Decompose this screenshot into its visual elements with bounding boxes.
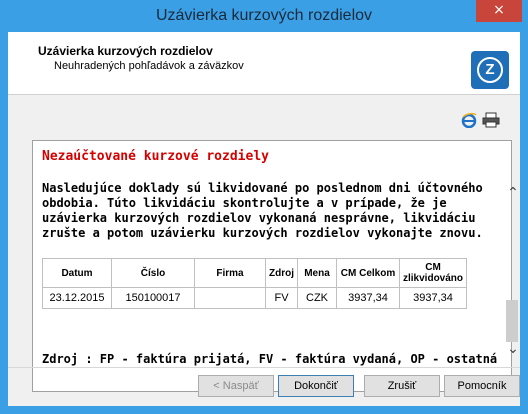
back-button[interactable]: < Naspäť <box>198 375 274 397</box>
dialog-window: Uzávierka kurzových rozdielov × Uzávierk… <box>0 0 528 414</box>
table-row[interactable]: 23.12.2015 150100017 FV CZK 3937,34 3937… <box>42 287 468 309</box>
finish-button[interactable]: Dokončiť <box>278 375 354 397</box>
scrollbar-thumb[interactable] <box>506 300 518 342</box>
wizard-subtitle: Neuhradených pohľadávok a záväzkov <box>54 60 244 72</box>
scroll-down-arrow-icon[interactable]: ⌄ <box>502 338 524 360</box>
column-header-mena: Mena <box>297 258 337 288</box>
report-paragraph: Nasledujúce doklady sú likvidované po po… <box>42 181 483 240</box>
cell-cm-celkom: 3937,34 <box>336 287 400 309</box>
cell-datum: 23.12.2015 <box>42 287 112 309</box>
report-heading: Nezaúčtované kurzové rozdiely <box>42 149 269 164</box>
close-button[interactable]: × <box>476 0 522 22</box>
footer-divider <box>8 367 520 368</box>
table-header-row: Datum Číslo Firma Zdroj Mena CM Celkom C… <box>42 258 468 288</box>
dialog-body: Uzávierka kurzových rozdielov Neuhradený… <box>8 32 520 406</box>
window-title: Uzávierka kurzových rozdielov <box>155 7 373 24</box>
cell-cm-zlikvidovano: 3937,34 <box>398 287 468 309</box>
column-header-cm-zlikvidovano: CM zlikvidováno <box>398 258 468 288</box>
column-header-firma: Firma <box>194 258 266 288</box>
internet-explorer-icon[interactable] <box>461 112 477 128</box>
help-button[interactable]: Pomocník <box>444 375 520 397</box>
cell-mena: CZK <box>297 287 337 309</box>
app-logo-icon: Z <box>471 51 509 89</box>
column-header-cm-celkom: CM Celkom <box>336 258 400 288</box>
cancel-button[interactable]: Zrušiť <box>364 375 440 397</box>
column-header-zlikvidovano-label: zlikvidováno <box>403 273 464 284</box>
print-icon[interactable] <box>482 112 500 128</box>
report-panel: Nezaúčtované kurzové rozdiely Nasledujúc… <box>32 140 512 392</box>
scroll-up-arrow-icon[interactable]: ⌃ <box>502 182 524 204</box>
column-header-zdroj: Zdroj <box>265 258 298 288</box>
column-header-datum: Datum <box>42 258 112 288</box>
documents-table: Datum Číslo Firma Zdroj Mena CM Celkom C… <box>42 258 468 309</box>
column-header-cm-label: CM <box>425 262 441 273</box>
wizard-header: Uzávierka kurzových rozdielov Neuhradený… <box>8 32 520 95</box>
cell-firma <box>194 287 266 309</box>
cell-zdroj: FV <box>265 287 298 309</box>
title-bar[interactable]: Uzávierka kurzových rozdielov × <box>0 0 528 32</box>
column-header-cislo: Číslo <box>111 258 195 288</box>
zdroj-legend: Zdroj : FP - faktúra prijatá, FV - faktú… <box>42 352 498 366</box>
cell-cislo: 150100017 <box>111 287 195 309</box>
logo-letter: Z <box>477 57 503 83</box>
wizard-title: Uzávierka kurzových rozdielov <box>38 44 213 58</box>
